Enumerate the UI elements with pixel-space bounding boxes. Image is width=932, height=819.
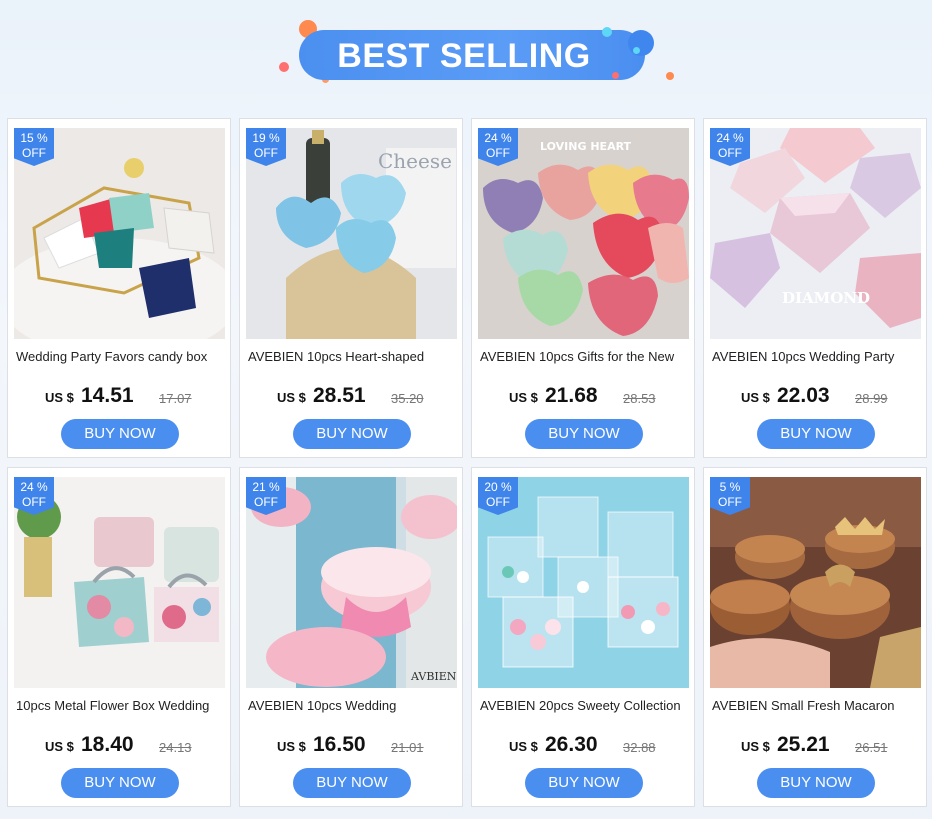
buy-now-button[interactable]: BUY NOW	[293, 768, 411, 798]
sale-price: 22.03	[777, 384, 830, 407]
sale-price: 16.50	[313, 733, 366, 756]
product-card[interactable]: 20 % OFF AVEBIEN 20pcs Sweety Collection …	[471, 467, 695, 807]
discount-badge: 21 % OFF	[246, 477, 286, 515]
price-row: US $ 26.30 32.88	[472, 733, 696, 757]
original-price: 32.88	[623, 740, 656, 755]
discount-badge: 15 % OFF	[14, 128, 54, 166]
product-name[interactable]: AVEBIEN 10pcs Wedding Party	[712, 349, 922, 364]
currency-label: US $	[509, 390, 538, 405]
original-price: 17.07	[159, 391, 192, 406]
image-caption: AVBIEN	[410, 670, 457, 683]
buy-now-button[interactable]: BUY NOW	[757, 768, 875, 798]
sale-price: 25.21	[777, 733, 830, 756]
currency-label: US $	[509, 739, 538, 754]
product-card[interactable]: AVBIEN 21 % OFF AVEBIEN 10pcs Wedding US …	[239, 467, 463, 807]
product-grid: 15 % OFF Wedding Party Favors candy box U…	[0, 0, 932, 819]
product-card[interactable]: LOVING HEART 24 % OFF AVEBIEN 10pcs Gifts…	[471, 118, 695, 458]
price-row: US $ 22.03 28.99	[704, 384, 928, 408]
product-card[interactable]: 15 % OFF Wedding Party Favors candy box U…	[7, 118, 231, 458]
price-row: US $ 16.50 21.01	[240, 733, 464, 757]
product-card[interactable]: Cheese 19 % OFF AVEBIEN 10pcs Heart-shape…	[239, 118, 463, 458]
product-name[interactable]: AVEBIEN 10pcs Heart-shaped	[248, 349, 458, 364]
image-caption: LOVING HEART	[540, 140, 632, 153]
product-card[interactable]: 24 % OFF 10pcs Metal Flower Box Wedding U…	[7, 467, 231, 807]
buy-now-button[interactable]: BUY NOW	[293, 419, 411, 449]
original-price: 28.53	[623, 391, 656, 406]
buy-now-button[interactable]: BUY NOW	[61, 419, 179, 449]
price-row: US $ 21.68 28.53	[472, 384, 696, 408]
currency-label: US $	[277, 739, 306, 754]
product-card[interactable]: 5 % OFF AVEBIEN Small Fresh Macaron US $ …	[703, 467, 927, 807]
sale-price: 18.40	[81, 733, 134, 756]
price-row: US $ 25.21 26.51	[704, 733, 928, 757]
product-name[interactable]: 10pcs Metal Flower Box Wedding	[16, 698, 226, 713]
sale-price: 28.51	[313, 384, 366, 407]
product-name[interactable]: AVEBIEN 20pcs Sweety Collection	[480, 698, 690, 713]
currency-label: US $	[45, 739, 74, 754]
product-name[interactable]: AVEBIEN 10pcs Gifts for the New	[480, 349, 690, 364]
original-price: 28.99	[855, 391, 888, 406]
currency-label: US $	[45, 390, 74, 405]
currency-label: US $	[741, 390, 770, 405]
product-name[interactable]: AVEBIEN Small Fresh Macaron	[712, 698, 922, 713]
currency-label: US $	[277, 390, 306, 405]
discount-badge: 24 % OFF	[478, 128, 518, 166]
discount-badge: 20 % OFF	[478, 477, 518, 515]
original-price: 24.13	[159, 740, 192, 755]
discount-badge: 24 % OFF	[710, 128, 750, 166]
sale-price: 26.30	[545, 733, 598, 756]
buy-now-button[interactable]: BUY NOW	[61, 768, 179, 798]
price-row: US $ 28.51 35.20	[240, 384, 464, 408]
image-caption: DIAMOND	[782, 289, 870, 307]
original-price: 35.20	[391, 391, 424, 406]
original-price: 26.51	[855, 740, 888, 755]
buy-now-button[interactable]: BUY NOW	[757, 419, 875, 449]
product-card[interactable]: DIAMOND 24 % OFF AVEBIEN 10pcs Wedding Pa…	[703, 118, 927, 458]
currency-label: US $	[741, 739, 770, 754]
price-row: US $ 18.40 24.13	[8, 733, 232, 757]
discount-badge: 19 % OFF	[246, 128, 286, 166]
original-price: 21.01	[391, 740, 424, 755]
product-name[interactable]: Wedding Party Favors candy box	[16, 349, 226, 364]
product-name[interactable]: AVEBIEN 10pcs Wedding	[248, 698, 458, 713]
buy-now-button[interactable]: BUY NOW	[525, 419, 643, 449]
discount-badge: 24 % OFF	[14, 477, 54, 515]
discount-badge: 5 % OFF	[710, 477, 750, 515]
buy-now-button[interactable]: BUY NOW	[525, 768, 643, 798]
image-caption: Cheese	[378, 149, 452, 173]
price-row: US $ 14.51 17.07	[8, 384, 232, 408]
sale-price: 21.68	[545, 384, 598, 407]
sale-price: 14.51	[81, 384, 134, 407]
